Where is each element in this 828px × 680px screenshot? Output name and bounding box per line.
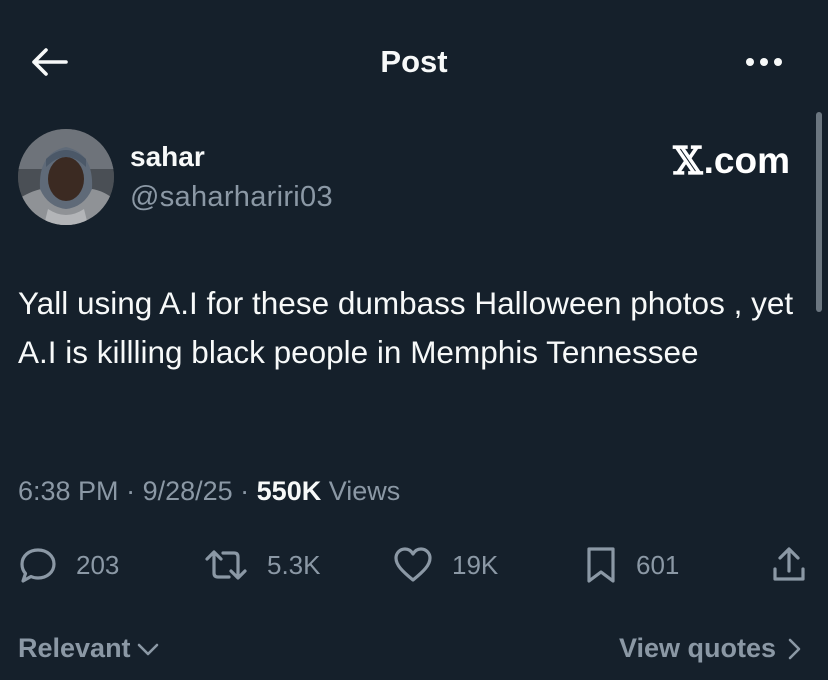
like-count: 19K [452, 549, 499, 580]
post-text: Yall using A.I for these dumbass Hallowe… [18, 285, 794, 370]
repost-button[interactable]: 5.3K [203, 540, 321, 590]
avatar[interactable] [18, 129, 114, 225]
post-time: 6:38 PM [18, 476, 119, 506]
header-bar: Post [0, 0, 828, 120]
view-quotes-link[interactable]: View quotes [619, 633, 804, 664]
reply-button[interactable]: 203 [18, 540, 119, 590]
post-meta: 6:38 PM · 9/28/25 · 550K Views [18, 476, 400, 507]
repost-icon [205, 550, 247, 580]
bookmark-count: 601 [636, 549, 680, 580]
post-detail-screen: Post sahar @saharhariri03 𝕏 .com Yall usi… [0, 0, 828, 680]
post-date: 9/28/25 [142, 476, 233, 506]
bookmark-button[interactable]: 601 [584, 540, 679, 590]
reply-icon [20, 548, 56, 583]
action-bar: 203 5.3K 19K 601 [0, 540, 828, 590]
repost-count: 5.3K [267, 549, 321, 580]
author-handle[interactable]: @saharhariri03 [130, 181, 333, 214]
share-icon [773, 547, 805, 581]
avatar-photo [18, 129, 114, 225]
meta-separator: · [118, 476, 143, 506]
like-button[interactable]: 19K [392, 540, 498, 590]
page-title: Post [380, 44, 448, 79]
heart-icon [394, 547, 432, 582]
sort-label: Relevant [18, 633, 131, 663]
bookmark-icon [587, 547, 615, 583]
view-quotes-label: View quotes [618, 633, 776, 663]
views-count[interactable]: 550K [257, 476, 322, 506]
source-watermark: 𝕏 .com [673, 138, 790, 183]
meta-separator: · [232, 476, 257, 506]
chevron-down-icon [137, 643, 158, 655]
sort-replies-dropdown[interactable]: Relevant [18, 633, 161, 664]
more-horizontal-icon [746, 58, 782, 66]
reply-count: 203 [76, 549, 120, 580]
source-watermark-text: .com [703, 139, 790, 181]
views-label: Views [321, 476, 401, 506]
chevron-right-icon [788, 638, 801, 659]
more-options-button[interactable] [740, 46, 788, 78]
author-name[interactable]: sahar [130, 141, 205, 173]
x-logo-icon: 𝕏 [673, 138, 703, 183]
share-button[interactable] [770, 540, 808, 590]
